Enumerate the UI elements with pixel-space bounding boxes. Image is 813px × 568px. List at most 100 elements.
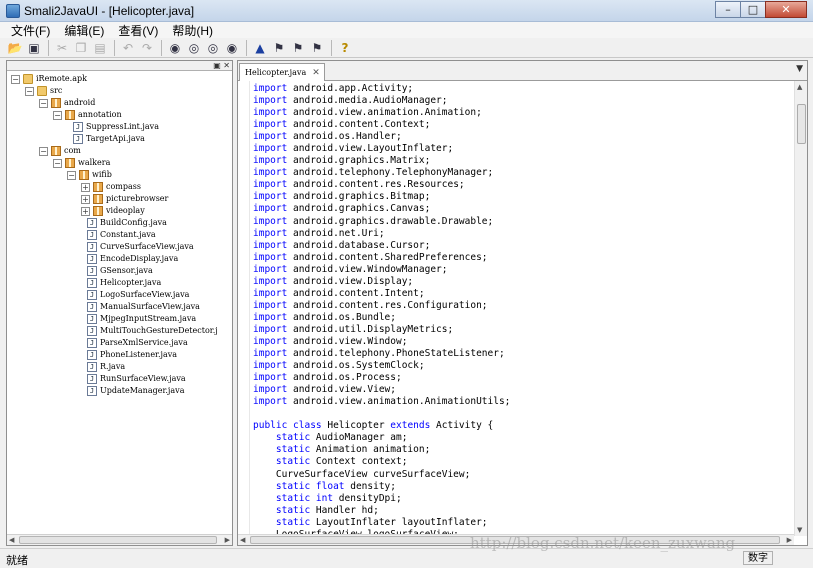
tree-node[interactable]: − com — [39, 145, 81, 157]
code-text: android.content.res.Resources; — [287, 179, 465, 191]
code-text: android.os.Handler; — [287, 131, 402, 143]
code-line: import android.graphics.Canvas; — [253, 203, 510, 215]
expand-icon[interactable]: + — [81, 206, 90, 216]
find-next-icon[interactable]: ◎ — [185, 39, 203, 57]
close-button[interactable]: ✕ — [765, 1, 807, 18]
tree-node[interactable]: J R.java — [81, 361, 125, 373]
panel-header-buttons[interactable]: ▣ ✕ — [213, 61, 230, 70]
tree-node[interactable]: J SuppressLint.java — [67, 121, 159, 133]
paste-icon[interactable]: ▤ — [91, 39, 109, 57]
scroll-left-icon[interactable]: ◀ — [9, 535, 14, 545]
package-icon — [93, 182, 103, 192]
scrollbar-thumb[interactable] — [19, 536, 217, 544]
open-folder-icon[interactable]: 📂 — [6, 39, 24, 57]
scroll-right-icon[interactable]: ▶ — [787, 535, 792, 545]
tree-node[interactable]: J CurveSurfaceView.java — [81, 241, 194, 253]
java-file-icon: J — [87, 386, 97, 396]
tree-node-label: BuildConfig.java — [100, 218, 167, 227]
tree-node[interactable]: J EncodeDisplay.java — [81, 253, 178, 265]
menu-view[interactable]: 查看(V) — [111, 22, 165, 39]
replace-icon[interactable]: ◉ — [223, 39, 241, 57]
tab-close-icon[interactable]: ✕ — [312, 68, 320, 78]
tree-node[interactable]: + videoplay — [81, 205, 145, 217]
collapse-icon[interactable]: − — [53, 110, 62, 120]
tree-node[interactable]: J ParseXmlService.java — [81, 337, 188, 349]
collapse-icon[interactable]: − — [39, 146, 48, 156]
save-icon[interactable]: ▣ — [25, 39, 43, 57]
maximize-button[interactable]: □ — [740, 1, 766, 18]
undo-icon[interactable]: ↶ — [119, 39, 137, 57]
code-keyword: import — [253, 263, 288, 275]
code-keyword: import — [253, 179, 288, 191]
java-file-icon: J — [87, 302, 97, 312]
cut-icon[interactable]: ✂ — [53, 39, 71, 57]
code-line: import android.content.Context; — [253, 119, 510, 131]
bookmark-next-icon[interactable]: ⚑ — [289, 39, 307, 57]
tree-node[interactable]: − src — [25, 85, 62, 97]
tree-node[interactable]: J BuildConfig.java — [81, 217, 167, 229]
tree-node-label: annotation — [78, 110, 122, 119]
editor-vertical-scrollbar[interactable]: ▲ ▼ — [794, 81, 807, 536]
scroll-right-icon[interactable]: ▶ — [225, 535, 230, 545]
collapse-icon[interactable]: − — [67, 170, 76, 180]
code-keyword: import — [253, 275, 288, 287]
code-text-area[interactable]: import android.app.Activity; import andro… — [238, 81, 794, 536]
tree-node[interactable]: J TargetApi.java — [67, 133, 145, 145]
tab-list-dropdown-icon[interactable]: ▼ — [796, 64, 803, 74]
code-text: android.graphics.drawable.Drawable; — [287, 215, 494, 227]
redo-icon[interactable]: ↷ — [138, 39, 156, 57]
tree-node[interactable]: + picturebrowser — [81, 193, 168, 205]
tree-node[interactable]: − android — [39, 97, 95, 109]
code-text: android.app.Activity; — [287, 83, 414, 94]
collapse-icon[interactable]: − — [25, 86, 34, 96]
copy-icon[interactable]: ❐ — [72, 39, 90, 57]
code-keyword: public class — [253, 420, 322, 432]
bookmark-clear-icon[interactable]: ⚑ — [308, 39, 326, 57]
minimize-button[interactable]: – — [715, 1, 741, 18]
tree-node[interactable]: − walkera — [53, 157, 110, 169]
tree-node-label: ManualSurfaceView.java — [100, 302, 200, 311]
tree-node[interactable]: J ManualSurfaceView.java — [81, 301, 200, 313]
code-text: android.view.animation.AnimationUtils; — [287, 396, 511, 408]
editor-gutter — [238, 81, 250, 536]
tree-node[interactable]: J RunSurfaceView.java — [81, 373, 186, 385]
expand-icon[interactable]: + — [81, 194, 90, 204]
find-icon[interactable]: ◉ — [166, 39, 184, 57]
goto-icon[interactable]: ▲ — [251, 39, 269, 57]
collapse-icon[interactable]: − — [11, 74, 20, 84]
help-icon[interactable]: ? — [336, 39, 354, 57]
menu-file[interactable]: 文件(F) — [4, 22, 57, 39]
tab-helicopter-java[interactable]: Helicopter.java ✕ — [239, 63, 325, 81]
tree-node[interactable]: J Constant.java — [81, 229, 156, 241]
code-keyword: static — [253, 444, 311, 456]
source-code[interactable]: import android.app.Activity; import andro… — [253, 83, 510, 536]
editor-horizontal-scrollbar[interactable]: ◀ ▶ — [238, 534, 794, 545]
bookmark-icon[interactable]: ⚑ — [270, 39, 288, 57]
title-bar[interactable]: Smali2JavaUI - [Helicopter.java] – □ ✕ — [0, 0, 813, 22]
package-icon — [65, 110, 75, 120]
scrollbar-thumb[interactable] — [250, 536, 780, 544]
scrollbar-thumb[interactable] — [797, 104, 806, 144]
tree-node[interactable]: J MjpegInputStream.java — [81, 313, 196, 325]
menu-edit[interactable]: 编辑(E) — [57, 22, 111, 39]
tree-node[interactable]: J LogoSurfaceView.java — [81, 289, 189, 301]
tree-node[interactable]: − iRemote.apk — [11, 73, 87, 85]
collapse-icon[interactable]: − — [39, 98, 48, 108]
find-prev-icon[interactable]: ◎ — [204, 39, 222, 57]
tree-node[interactable]: − wifib — [67, 169, 112, 181]
tree-node[interactable]: J PhoneListener.java — [81, 349, 177, 361]
scroll-up-icon[interactable]: ▲ — [797, 83, 802, 91]
tree-node[interactable]: J GSensor.java — [81, 265, 153, 277]
scroll-down-icon[interactable]: ▼ — [797, 526, 802, 534]
tree-node[interactable]: + compass — [81, 181, 141, 193]
tree-horizontal-scrollbar[interactable]: ◀ ▶ — [7, 534, 232, 545]
tree-node[interactable]: J MultiTouchGestureDetector.j — [81, 325, 218, 337]
collapse-icon[interactable]: − — [53, 158, 62, 168]
tree-node[interactable]: J Helicopter.java — [81, 277, 161, 289]
menu-help[interactable]: 帮助(H) — [165, 22, 220, 39]
expand-icon[interactable]: + — [81, 182, 90, 192]
code-line: import android.content.Intent; — [253, 288, 510, 300]
scroll-left-icon[interactable]: ◀ — [240, 535, 245, 545]
tree-node[interactable]: − annotation — [53, 109, 122, 121]
tree-node[interactable]: J UpdateManager.java — [81, 385, 184, 397]
